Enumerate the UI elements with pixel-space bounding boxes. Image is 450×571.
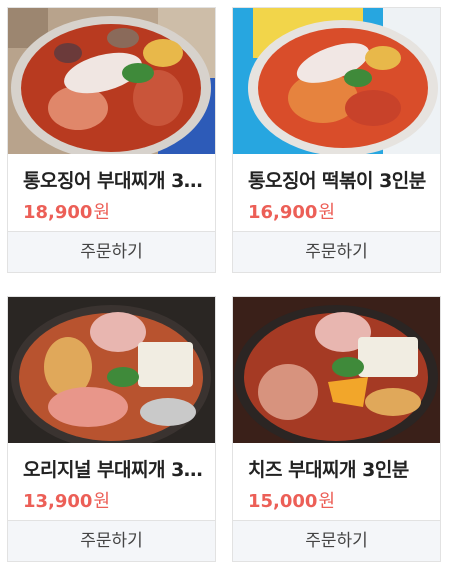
price-value: 13,900: [23, 491, 93, 512]
order-button[interactable]: 주문하기: [233, 520, 440, 561]
product-name[interactable]: 치즈 부대찌개 3인분: [248, 455, 433, 482]
product-name[interactable]: 통오징어 떡볶이 3인분: [248, 166, 433, 193]
order-button[interactable]: 주문하기: [8, 520, 215, 561]
product-name[interactable]: 통오징어 부대찌개 3인분: [23, 166, 208, 193]
price-unit: 원: [318, 491, 336, 512]
product-image[interactable]: [233, 8, 440, 154]
product-price: 16,900원: [248, 198, 335, 224]
price-unit: 원: [318, 202, 336, 223]
product-price: 15,000원: [248, 487, 335, 513]
cheese-budae-jjigae-photo: [233, 297, 440, 443]
order-button[interactable]: 주문하기: [8, 231, 215, 272]
squid-tteokbokki-photo: [233, 8, 440, 154]
price-value: 18,900: [23, 202, 93, 223]
product-card[interactable]: 통오징어 부대찌개 3인분 18,900원 주문하기: [7, 7, 216, 273]
price-unit: 원: [93, 491, 111, 512]
price-value: 15,000: [248, 491, 318, 512]
squid-budae-jjigae-photo: [8, 8, 215, 154]
order-button[interactable]: 주문하기: [233, 231, 440, 272]
product-name[interactable]: 오리지널 부대찌개 3인분: [23, 455, 208, 482]
product-price: 18,900원: [23, 198, 110, 224]
product-price: 13,900원: [23, 487, 110, 513]
original-budae-jjigae-photo: [8, 297, 215, 443]
product-card[interactable]: 오리지널 부대찌개 3인분 13,900원 주문하기: [7, 296, 216, 562]
product-card[interactable]: 통오징어 떡볶이 3인분 16,900원 주문하기: [232, 7, 441, 273]
price-value: 16,900: [248, 202, 318, 223]
product-image[interactable]: [233, 297, 440, 443]
product-image[interactable]: [8, 8, 215, 154]
product-image[interactable]: [8, 297, 215, 443]
product-card[interactable]: 치즈 부대찌개 3인분 15,000원 주문하기: [232, 296, 441, 562]
price-unit: 원: [93, 202, 111, 223]
